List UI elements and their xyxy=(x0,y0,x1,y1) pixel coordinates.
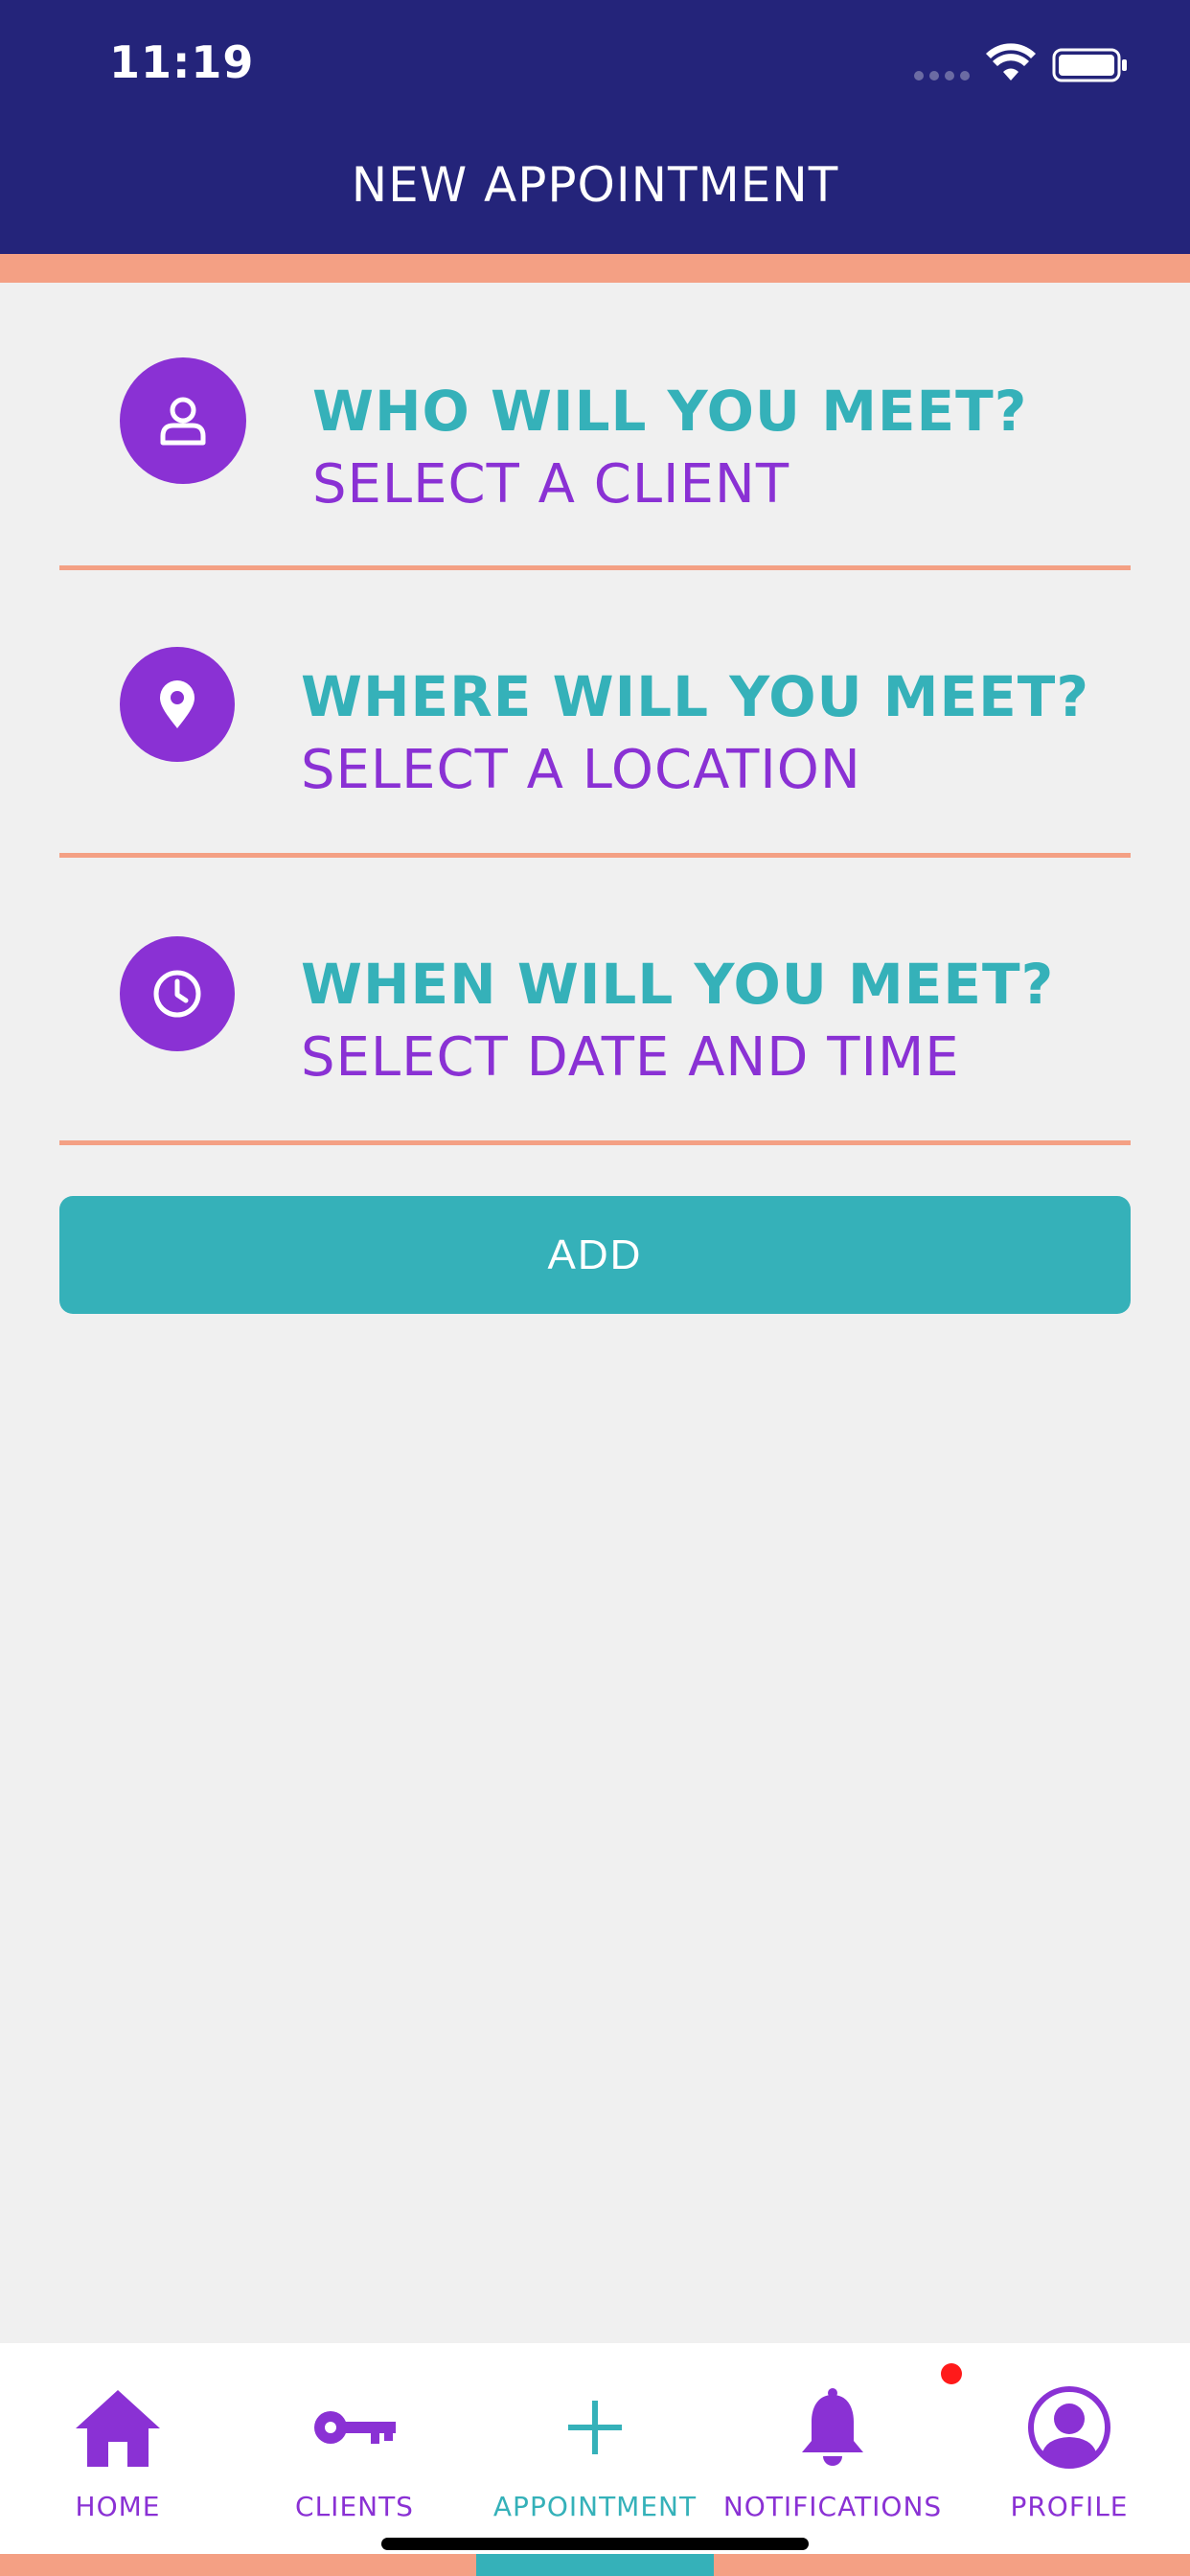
client-prompt: SELECT A CLIENT xyxy=(312,453,790,516)
location-question: WHERE WILL YOU MEET? xyxy=(301,664,1089,729)
location-prompt: SELECT A LOCATION xyxy=(301,739,861,801)
wifi-icon xyxy=(986,43,1036,80)
datetime-question: WHEN WILL YOU MEET? xyxy=(301,952,1055,1017)
bell-icon xyxy=(802,2388,863,2466)
app-header: 11:19 NEW APPOINTMENT xyxy=(0,0,1190,254)
tab-clients[interactable]: CLIENTS xyxy=(236,2343,473,2535)
key-icon xyxy=(314,2411,396,2444)
home-icon xyxy=(76,2390,160,2467)
tab-profile-label: PROFILE xyxy=(1010,2491,1129,2522)
add-button[interactable]: ADD xyxy=(59,1196,1131,1314)
select-location-row[interactable]: WHERE WILL YOU MEET? SELECT A LOCATION xyxy=(59,570,1131,858)
tab-clients-label: CLIENTS xyxy=(295,2491,414,2522)
profile-icon xyxy=(1028,2386,1110,2469)
tab-notifications-label: NOTIFICATIONS xyxy=(722,2491,943,2522)
location-pin-icon xyxy=(120,647,235,762)
page-title: NEW APPOINTMENT xyxy=(351,157,839,213)
select-datetime-row[interactable]: WHEN WILL YOU MEET? SELECT DATE AND TIME xyxy=(59,858,1131,1145)
tab-profile[interactable]: PROFILE xyxy=(949,2343,1190,2535)
tab-notifications[interactable]: NOTIFICATIONS xyxy=(717,2343,949,2535)
status-time: 11:19 xyxy=(109,36,255,88)
datetime-prompt: SELECT DATE AND TIME xyxy=(301,1026,960,1089)
select-client-row[interactable]: WHO WILL YOU MEET? SELECT A CLIENT xyxy=(59,283,1131,570)
person-icon xyxy=(120,357,246,484)
plus-icon xyxy=(568,2401,622,2454)
battery-icon xyxy=(1052,48,1127,82)
active-tab-indicator xyxy=(476,2554,714,2576)
tab-appointment[interactable]: APPOINTMENT xyxy=(473,2343,717,2535)
clock-icon xyxy=(120,936,235,1051)
home-indicator xyxy=(381,2538,809,2550)
cellular-signal-icon xyxy=(914,71,970,80)
client-question: WHO WILL YOU MEET? xyxy=(312,379,1028,444)
tab-appointment-label: APPOINTMENT xyxy=(492,2491,698,2522)
tab-home-label: HOME xyxy=(75,2491,161,2522)
header-accent-strip xyxy=(0,254,1190,283)
tab-home[interactable]: HOME xyxy=(0,2343,236,2535)
